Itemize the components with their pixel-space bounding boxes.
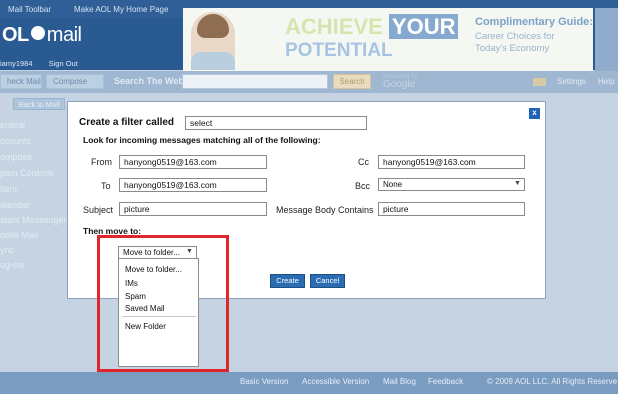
highlight-annotation-box (97, 235, 229, 372)
sign-out-link[interactable]: Sign Out (49, 59, 78, 68)
filter-name-input[interactable]: select (185, 116, 367, 130)
sidebar-item-filters[interactable]: lters (0, 184, 17, 194)
bcc-chevron-down-icon: ▼ (514, 180, 521, 187)
subject-field[interactable]: picture (119, 202, 267, 216)
cc-label: Cc (358, 157, 369, 167)
logo-circle-icon (30, 26, 45, 40)
sidebar-item-sync[interactable]: ync (0, 245, 14, 255)
logo-left-text: OL (2, 24, 29, 46)
sidebar-item-compose[interactable]: ompose (0, 152, 32, 162)
cancel-button[interactable]: Cancel (310, 274, 345, 288)
sidebar-item-spam-controls[interactable]: pam Controls (0, 168, 54, 178)
search-the-web-label: Search The Web (114, 76, 184, 86)
screen-name: iamy1984 (0, 59, 33, 68)
mail-blog-link[interactable]: Mail Blog (383, 377, 416, 386)
copyright-text: © 2009 AOL LLC. All Rights Reserve (487, 377, 618, 386)
back-to-mail-button[interactable]: Back to Mail (13, 98, 65, 110)
settings-link[interactable]: Settings (557, 77, 586, 86)
aol-mail-logo[interactable]: OL mail (2, 24, 82, 47)
to-label: To (101, 181, 111, 191)
google-attribution: enhanced by Google (383, 74, 417, 90)
google-text: Google (383, 79, 416, 90)
mail-toolbar-link[interactable]: Mail Toolbar (8, 5, 51, 14)
sidebar-item-plug-ins[interactable]: ug-ins (0, 260, 25, 270)
feedback-link[interactable]: Feedback (428, 377, 463, 386)
bcc-label: Bcc (355, 181, 371, 191)
ad-guide-line2: Today's Economy (475, 43, 550, 54)
settings-icon[interactable] (533, 78, 546, 86)
ad-guide-title: Complimentary Guide: (475, 16, 593, 28)
ad-guide-line1: Career Choices for (475, 31, 555, 42)
ad-person-image (191, 12, 235, 70)
ad-person-hair (197, 14, 229, 38)
subject-label: Subject (83, 205, 114, 215)
create-button[interactable]: Create (270, 274, 305, 288)
logo-right-text: mail (46, 24, 82, 46)
header-right-edge (595, 8, 618, 71)
ad-guide-text: Career Choices for Today's Economy (475, 31, 555, 55)
dialog-title: Create a filter called (79, 117, 175, 128)
check-mail-button[interactable]: heck Mail (0, 74, 42, 89)
ad-headline-2: POTENTIAL (285, 40, 393, 61)
bcc-select-value: None (383, 180, 403, 189)
from-field[interactable]: hanyong0519@163.com (119, 155, 267, 169)
to-field[interactable]: hanyong0519@163.com (119, 178, 267, 192)
sidebar-item-general[interactable]: eneral (0, 120, 25, 130)
advertisement-banner[interactable]: ACHIEVE YOUR POTENTIAL Complimentary Gui… (183, 8, 593, 71)
ad-headline-your: YOUR (388, 14, 459, 39)
sidebar-item-instant-messenger[interactable]: stant Messenger (0, 215, 67, 225)
compose-button[interactable]: Compose (46, 74, 104, 89)
instruction-text: Look for incoming messages matching all … (83, 135, 321, 145)
message-body-field[interactable]: picture (378, 202, 525, 216)
from-label: From (91, 157, 112, 167)
ad-person-shirt (191, 52, 235, 70)
accessible-version-link[interactable]: Accessible Version (302, 377, 369, 386)
basic-version-link[interactable]: Basic Version (240, 377, 288, 386)
ad-headline-achieve: ACHIEVE (285, 14, 383, 39)
web-search-button[interactable]: Search (333, 74, 371, 89)
user-line: iamy1984 Sign Out (0, 59, 92, 68)
bcc-select[interactable]: None (378, 178, 525, 191)
web-search-input[interactable] (182, 74, 328, 89)
sidebar-item-calendar[interactable]: alendar (0, 200, 30, 210)
sidebar-item-mobile-mail[interactable]: obile Mail (0, 230, 38, 240)
sidebar-item-accounts[interactable]: ccounts (0, 136, 31, 146)
cc-field[interactable]: hanyong0519@163.com (378, 155, 525, 169)
message-body-label: Message Body Contains (276, 205, 374, 215)
help-link[interactable]: Help (598, 77, 614, 86)
make-homepage-link[interactable]: Make AOL My Home Page (74, 5, 168, 14)
ad-headline-1: ACHIEVE YOUR (285, 14, 459, 40)
close-icon[interactable]: x (529, 108, 540, 119)
